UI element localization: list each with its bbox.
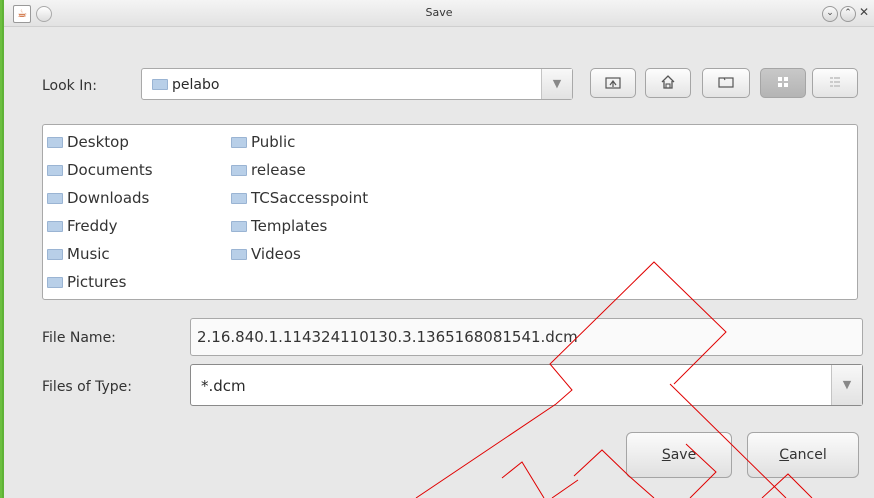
maximize-button[interactable]: ⌃ — [840, 6, 856, 22]
list-view-icon — [778, 77, 788, 87]
files-of-type-label: Files of Type: — [42, 379, 132, 395]
chevron-down-icon[interactable]: ▼ — [831, 365, 862, 405]
list-view-button[interactable] — [760, 68, 806, 98]
folder-name: Desktop — [67, 133, 129, 151]
details-view-button[interactable] — [812, 68, 858, 98]
list-item[interactable]: Desktop — [47, 131, 153, 159]
folder-icon — [47, 277, 63, 288]
save-label: ave — [670, 447, 697, 463]
list-item[interactable]: Videos — [231, 243, 368, 271]
folder-name: Public — [251, 133, 296, 151]
folder-name: TCSaccesspoint — [251, 189, 369, 207]
create-new-folder-button[interactable] — [702, 68, 750, 98]
file-list-column-2: Public release TCSaccesspoint Templates … — [231, 131, 368, 271]
details-view-icon — [830, 77, 840, 87]
home-icon — [661, 75, 675, 89]
folder-icon — [231, 249, 247, 260]
list-item[interactable]: Public — [231, 131, 368, 159]
home-button[interactable] — [645, 68, 691, 98]
folder-name: Music — [67, 245, 110, 263]
folder-name: Videos — [251, 245, 301, 263]
cancel-label: ancel — [789, 447, 827, 463]
folder-name: Templates — [251, 217, 328, 235]
look-in-value-wrap: pelabo — [152, 77, 219, 93]
folder-icon — [47, 221, 63, 232]
cancel-mnemonic: C — [779, 447, 790, 463]
folder-icon — [231, 193, 247, 204]
folder-icon — [47, 249, 63, 260]
files-of-type-value: *.dcm — [201, 377, 246, 395]
list-item[interactable]: TCSaccesspoint — [231, 187, 368, 215]
save-button[interactable]: Save — [626, 432, 732, 478]
folder-name: Documents — [67, 161, 153, 179]
list-item[interactable]: Pictures — [47, 271, 153, 299]
look-in-combo[interactable]: pelabo ▼ — [141, 68, 573, 100]
folder-name: release — [251, 161, 306, 179]
list-item[interactable]: Freddy — [47, 215, 153, 243]
folder-icon — [231, 165, 247, 176]
folder-icon — [47, 165, 63, 176]
save-mnemonic: S — [661, 447, 671, 463]
list-item[interactable]: release — [231, 159, 368, 187]
folder-icon — [152, 79, 168, 90]
up-folder-icon — [605, 77, 621, 89]
title-bar[interactable]: ☕ Save ⌄ ⌃ ✕ — [4, 0, 874, 27]
folder-icon — [47, 193, 63, 204]
list-item[interactable]: Music — [47, 243, 153, 271]
chevron-down-icon[interactable]: ▼ — [541, 69, 572, 99]
folder-icon — [231, 137, 247, 148]
file-list-column-1: Desktop Documents Downloads Freddy Music… — [47, 131, 153, 299]
close-button[interactable]: ✕ — [858, 6, 870, 20]
cancel-button[interactable]: Cancel — [747, 432, 859, 478]
save-dialog: ☕ Save ⌄ ⌃ ✕ Look In: pelabo ▼ Desktop D… — [2, 0, 874, 498]
folder-icon — [231, 221, 247, 232]
file-name-label: File Name: — [42, 330, 116, 346]
folder-name: Downloads — [67, 189, 150, 207]
look-in-label: Look In: — [42, 78, 97, 94]
files-of-type-combo[interactable]: *.dcm ▼ — [190, 364, 863, 406]
new-folder-icon — [718, 77, 734, 88]
look-in-value: pelabo — [172, 77, 220, 93]
folder-name: Pictures — [67, 273, 127, 291]
window-title: Save — [425, 6, 453, 19]
annotation-arrow-bottom — [501, 461, 545, 498]
file-list[interactable]: Desktop Documents Downloads Freddy Music… — [42, 124, 858, 300]
up-one-level-button[interactable] — [590, 68, 636, 98]
folder-icon — [47, 137, 63, 148]
minimize-button[interactable]: ⌄ — [822, 6, 838, 22]
folder-name: Freddy — [67, 217, 118, 235]
file-name-input[interactable]: 2.16.840.1.114324110130.3.1365168081541.… — [190, 318, 863, 356]
list-item[interactable]: Downloads — [47, 187, 153, 215]
list-item[interactable]: Documents — [47, 159, 153, 187]
list-item[interactable]: Templates — [231, 215, 368, 243]
annotation-arrow-left-2 — [551, 479, 579, 498]
